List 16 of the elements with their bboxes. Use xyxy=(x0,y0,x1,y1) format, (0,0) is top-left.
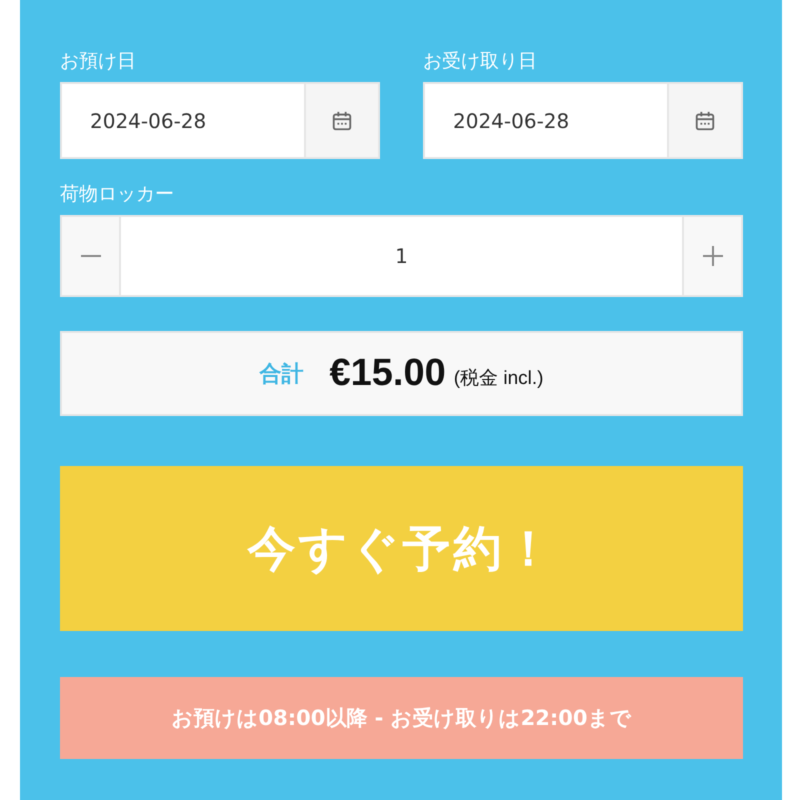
date-field[interactable]: 2024-06-28 xyxy=(423,82,667,159)
total-label: 合計 xyxy=(260,360,304,388)
calendar-icon xyxy=(694,110,716,132)
field-label: 荷物ロッカー xyxy=(60,182,175,207)
field-label: お受け取り日 xyxy=(423,49,538,74)
date-field[interactable]: 2024-06-28 xyxy=(60,82,304,159)
calendar-button[interactable] xyxy=(304,82,380,159)
calendar-button[interactable] xyxy=(667,82,743,159)
calendar-icon xyxy=(331,110,353,132)
total-amount: €15.00 xyxy=(330,352,446,395)
minus-icon xyxy=(80,255,100,257)
quantity-field[interactable]: 1 xyxy=(121,215,682,297)
field-label: お預け日 xyxy=(60,49,137,74)
plus-icon xyxy=(702,246,722,266)
hours-banner: お預けは08:00以降 - お受け取りは22:00まで xyxy=(60,677,743,759)
tax-note: (税金 incl.) xyxy=(454,366,544,390)
